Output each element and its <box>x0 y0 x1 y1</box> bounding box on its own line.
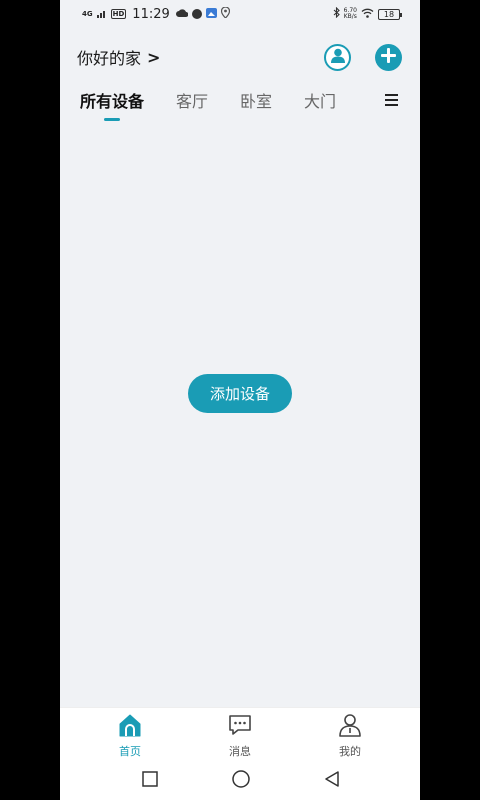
nav-home[interactable]: 首页 <box>104 708 156 761</box>
nav-profile-label: 我的 <box>339 745 361 758</box>
tab-bedroom[interactable]: 卧室 <box>240 88 272 118</box>
status-bar: 4G HD 11:29 6.70 KB/s 18 <box>60 0 420 28</box>
add-button[interactable] <box>375 43 402 71</box>
system-navigation-bar <box>60 761 420 800</box>
recent-apps-button[interactable] <box>142 770 158 791</box>
user-avatar-button[interactable] <box>324 43 351 71</box>
wifi-icon <box>361 7 374 21</box>
room-tabs: 所有设备 客厅 卧室 大门 <box>60 88 420 124</box>
tab-all-devices[interactable]: 所有设备 <box>80 88 144 118</box>
tab-front-door[interactable]: 大门 <box>304 88 336 118</box>
home-icon <box>118 713 142 741</box>
location-icon <box>220 6 230 21</box>
battery-indicator: 18 <box>378 8 402 20</box>
add-device-button[interactable]: 添加设备 <box>188 374 292 413</box>
cloud-icon <box>175 7 189 21</box>
help-icon <box>191 9 202 19</box>
square-icon <box>142 770 158 791</box>
message-icon <box>228 713 252 741</box>
gallery-icon <box>205 7 217 21</box>
plus-icon <box>381 47 396 67</box>
chevron-right-icon: > <box>147 47 161 67</box>
home-header: 你好的家 > <box>60 40 420 74</box>
home-system-button[interactable] <box>232 769 250 792</box>
network-indicator: 4G <box>82 9 93 18</box>
back-triangle-icon <box>324 770 340 791</box>
nav-messages[interactable]: 消息 <box>214 708 266 761</box>
nav-profile[interactable]: 我的 <box>324 708 376 761</box>
nav-home-label: 首页 <box>119 745 141 758</box>
app-screen: 4G HD 11:29 6.70 KB/s 18 你好的家 > 所有设备 客厅 … <box>60 0 420 800</box>
bluetooth-icon <box>333 6 340 21</box>
hd-badge: HD <box>110 9 127 19</box>
back-button[interactable] <box>324 770 340 791</box>
clock: 11:29 <box>132 6 170 22</box>
nav-messages-label: 消息 <box>229 745 251 758</box>
avatar-icon <box>329 46 347 68</box>
menu-icon[interactable] <box>385 94 398 109</box>
bottom-navigation: 首页 消息 我的 <box>60 707 420 761</box>
home-selector[interactable]: 你好的家 > <box>77 45 160 69</box>
circle-icon <box>232 769 250 792</box>
home-name: 你好的家 <box>77 49 142 68</box>
signal-icon <box>96 7 107 21</box>
network-speed: 6.70 KB/s <box>343 7 357 20</box>
tab-living-room[interactable]: 客厅 <box>176 88 208 118</box>
profile-icon <box>338 713 362 741</box>
